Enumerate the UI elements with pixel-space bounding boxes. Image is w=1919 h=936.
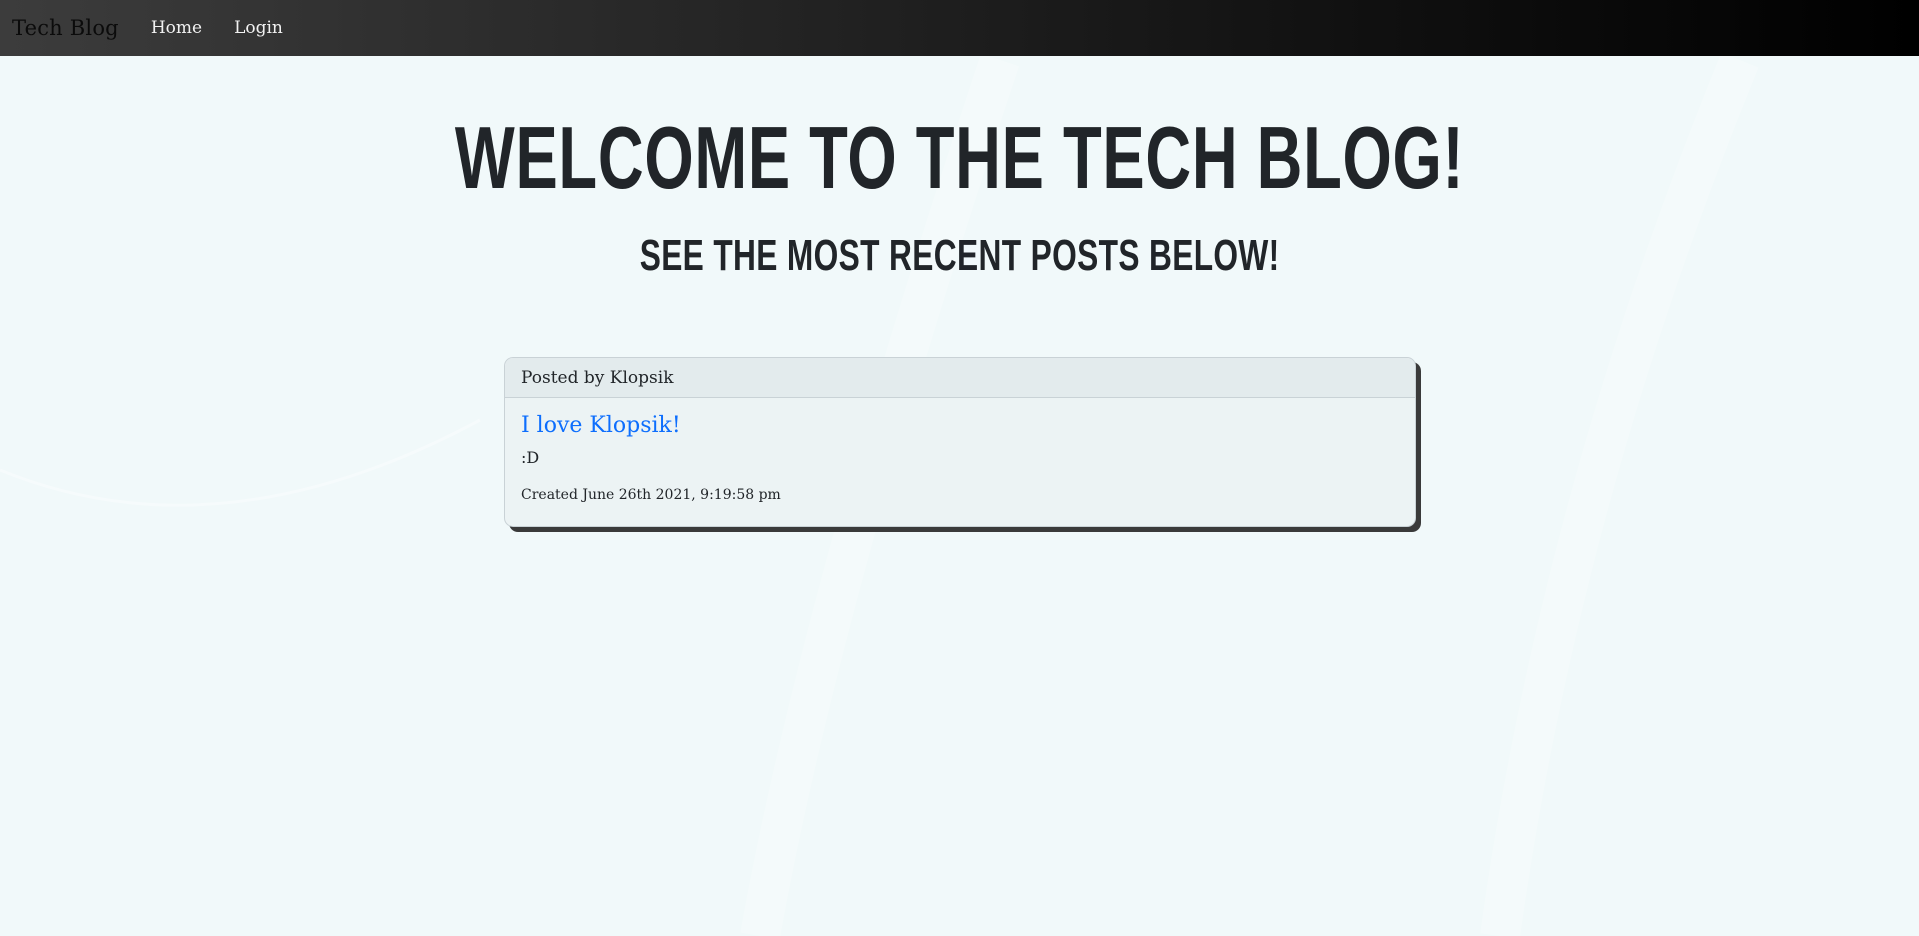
post-created-date: Created June 26th 2021, 9:19:58 pm bbox=[521, 487, 781, 503]
post-title-link[interactable]: I love Klopsik! bbox=[521, 412, 681, 440]
page-title: WELCOME TO THE TECH BLOG! bbox=[454, 108, 1465, 207]
page-subtitle: SEE THE MOST RECENT POSTS BELOW! bbox=[639, 231, 1280, 280]
post-content: :D bbox=[521, 448, 540, 467]
post-card: Posted by Klopsik I love Klopsik! :D Cre… bbox=[504, 357, 1416, 527]
top-navbar: Tech Blog Home Login bbox=[0, 0, 1919, 56]
nav-login-link[interactable]: Login bbox=[234, 18, 283, 38]
post-body: I love Klopsik! :D Created June 26th 202… bbox=[505, 398, 1415, 504]
brand-link[interactable]: Tech Blog bbox=[12, 16, 119, 40]
nav-home-link[interactable]: Home bbox=[151, 18, 202, 38]
post-author-header: Posted by Klopsik bbox=[505, 358, 1415, 398]
